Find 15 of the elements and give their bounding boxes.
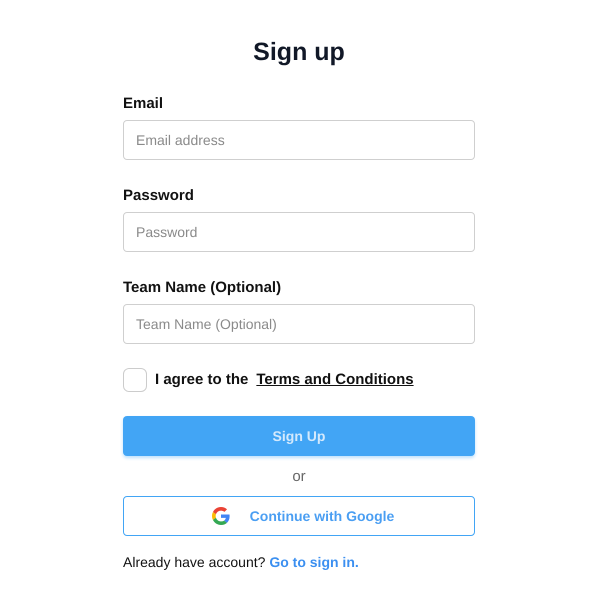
agreement-text: I agree to the Terms and Conditions bbox=[155, 370, 414, 390]
text-input-field[interactable]: Team Name (Optional) bbox=[123, 304, 475, 344]
sign-in-link[interactable]: Go to sign in. bbox=[269, 554, 359, 570]
google-logo-icon bbox=[212, 507, 230, 525]
sign-in-prompt: Already have account? Go to sign in. bbox=[123, 553, 359, 572]
field-label: Email bbox=[123, 94, 164, 114]
terms-link[interactable]: Terms and Conditions bbox=[256, 371, 414, 388]
text-input-field[interactable]: Email address bbox=[123, 120, 475, 160]
field-label: Team Name (Optional) bbox=[123, 278, 282, 298]
divider-text: or bbox=[292, 467, 306, 487]
field-label: Password bbox=[123, 186, 194, 206]
page-title: Sign up bbox=[253, 37, 345, 68]
google-sign-in-button[interactable]: Continue with Google bbox=[123, 496, 475, 536]
text-input-field[interactable]: Password bbox=[123, 212, 475, 252]
agreement-checkbox[interactable] bbox=[123, 368, 147, 392]
